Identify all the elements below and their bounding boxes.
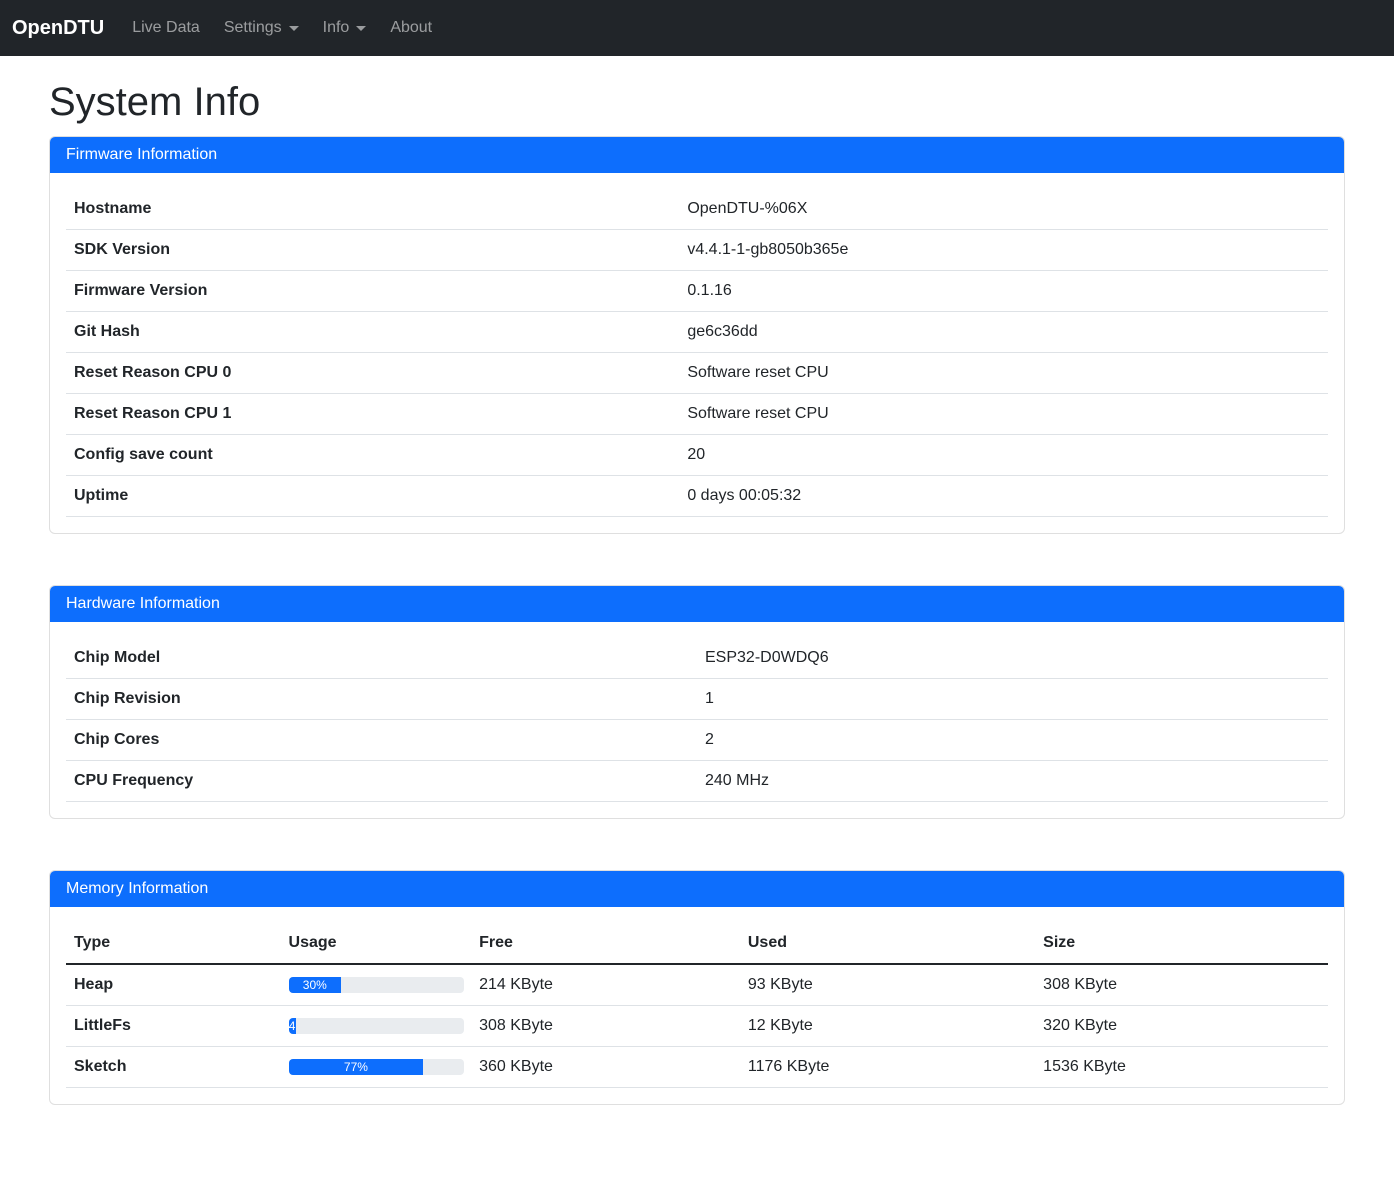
memory-table: Type Usage Free Used Size Heap 30% [66, 923, 1328, 1088]
firmware-card-header: Firmware Information [50, 137, 1344, 173]
memory-usage-cell: 77% [281, 1047, 472, 1088]
memory-type: LittleFs [66, 1006, 281, 1047]
column-header-free: Free [471, 923, 740, 964]
nav-item-label: Info [323, 16, 350, 40]
table-row: Reset Reason CPU 0 Software reset CPU [66, 353, 1328, 394]
brand-opendtu[interactable]: OpenDTU [12, 13, 104, 43]
row-value: OpenDTU-%06X [679, 189, 1328, 230]
heap-usage-progress: 30% [289, 977, 464, 993]
page-title: System Info [49, 78, 1345, 126]
hardware-card-body: Chip Model ESP32-D0WDQ6 Chip Revision 1 … [50, 622, 1344, 818]
row-value: 0 days 00:05:32 [679, 476, 1328, 517]
firmware-table: Hostname OpenDTU-%06X SDK Version v4.4.1… [66, 189, 1328, 517]
row-label: Chip Cores [66, 720, 697, 761]
row-value: 20 [679, 435, 1328, 476]
row-label: Firmware Version [66, 271, 679, 312]
row-value: Software reset CPU [679, 353, 1328, 394]
littlefs-usage-progress-bar: 4 [289, 1018, 296, 1034]
row-value: ESP32-D0WDQ6 [697, 638, 1328, 679]
nav-item-label: Live Data [132, 16, 200, 40]
table-row: CPU Frequency 240 MHz [66, 761, 1328, 802]
column-header-size: Size [1035, 923, 1328, 964]
firmware-information-card: Firmware Information Hostname OpenDTU-%0… [49, 136, 1345, 534]
nav-item-label: About [390, 16, 432, 40]
sketch-usage-progress-bar: 77% [289, 1059, 424, 1075]
memory-usage-cell: 4 [281, 1006, 472, 1047]
table-row-littlefs: LittleFs 4 308 KByte 12 KByte 320 KByte [66, 1006, 1328, 1047]
memory-size: 308 KByte [1035, 964, 1328, 1006]
memory-free: 308 KByte [471, 1006, 740, 1047]
firmware-card-body: Hostname OpenDTU-%06X SDK Version v4.4.1… [50, 173, 1344, 533]
memory-used: 12 KByte [740, 1006, 1035, 1047]
row-value: 0.1.16 [679, 271, 1328, 312]
memory-card-body: Type Usage Free Used Size Heap 30% [50, 907, 1344, 1104]
row-label: Git Hash [66, 312, 679, 353]
table-row: Reset Reason CPU 1 Software reset CPU [66, 394, 1328, 435]
table-row: Git Hash ge6c36dd [66, 312, 1328, 353]
row-label: Uptime [66, 476, 679, 517]
memory-size: 320 KByte [1035, 1006, 1328, 1047]
navbar: OpenDTU Live Data Settings Info About [0, 0, 1394, 56]
table-row: Uptime 0 days 00:05:32 [66, 476, 1328, 517]
table-row: Config save count 20 [66, 435, 1328, 476]
navbar-nav: Live Data Settings Info About [120, 8, 444, 48]
memory-used: 1176 KByte [740, 1047, 1035, 1088]
row-label: Reset Reason CPU 1 [66, 394, 679, 435]
row-value: Software reset CPU [679, 394, 1328, 435]
memory-information-card: Memory Information Type Usage Free Used … [49, 870, 1345, 1105]
column-header-type: Type [66, 923, 281, 964]
table-row: Firmware Version 0.1.16 [66, 271, 1328, 312]
row-label: CPU Frequency [66, 761, 697, 802]
row-label: Hostname [66, 189, 679, 230]
row-value: 240 MHz [697, 761, 1328, 802]
nav-item-info[interactable]: Info [315, 8, 375, 48]
heap-usage-progress-bar: 30% [289, 977, 342, 993]
main-container: System Info Firmware Information Hostnam… [37, 78, 1357, 1105]
chevron-down-icon [356, 26, 366, 31]
nav-item-settings[interactable]: Settings [216, 8, 307, 48]
memory-used: 93 KByte [740, 964, 1035, 1006]
row-label: Chip Model [66, 638, 697, 679]
column-header-usage: Usage [281, 923, 472, 964]
hardware-information-card: Hardware Information Chip Model ESP32-D0… [49, 585, 1345, 819]
hardware-table: Chip Model ESP32-D0WDQ6 Chip Revision 1 … [66, 638, 1328, 802]
memory-usage-cell: 30% [281, 964, 472, 1006]
row-value: 1 [697, 679, 1328, 720]
nav-item-live-data[interactable]: Live Data [124, 8, 208, 48]
row-label: Config save count [66, 435, 679, 476]
memory-type: Sketch [66, 1047, 281, 1088]
table-row: Chip Cores 2 [66, 720, 1328, 761]
chevron-down-icon [289, 26, 299, 31]
table-row-sketch: Sketch 77% 360 KByte 1176 KByte 1536 KBy… [66, 1047, 1328, 1088]
memory-type: Heap [66, 964, 281, 1006]
memory-card-header: Memory Information [50, 871, 1344, 907]
row-value: 2 [697, 720, 1328, 761]
table-row: Chip Revision 1 [66, 679, 1328, 720]
row-value: v4.4.1-1-gb8050b365e [679, 230, 1328, 271]
table-row: SDK Version v4.4.1-1-gb8050b365e [66, 230, 1328, 271]
row-label: Reset Reason CPU 0 [66, 353, 679, 394]
table-row-heap: Heap 30% 214 KByte 93 KByte 308 KByte [66, 964, 1328, 1006]
nav-item-about[interactable]: About [382, 8, 440, 48]
hardware-card-header: Hardware Information [50, 586, 1344, 622]
table-row: Hostname OpenDTU-%06X [66, 189, 1328, 230]
row-label: Chip Revision [66, 679, 697, 720]
row-label: SDK Version [66, 230, 679, 271]
sketch-usage-progress: 77% [289, 1059, 464, 1075]
nav-item-label: Settings [224, 16, 282, 40]
memory-size: 1536 KByte [1035, 1047, 1328, 1088]
memory-free: 214 KByte [471, 964, 740, 1006]
row-value: ge6c36dd [679, 312, 1328, 353]
column-header-used: Used [740, 923, 1035, 964]
memory-table-header-row: Type Usage Free Used Size [66, 923, 1328, 964]
littlefs-usage-progress: 4 [289, 1018, 464, 1034]
memory-free: 360 KByte [471, 1047, 740, 1088]
table-row: Chip Model ESP32-D0WDQ6 [66, 638, 1328, 679]
